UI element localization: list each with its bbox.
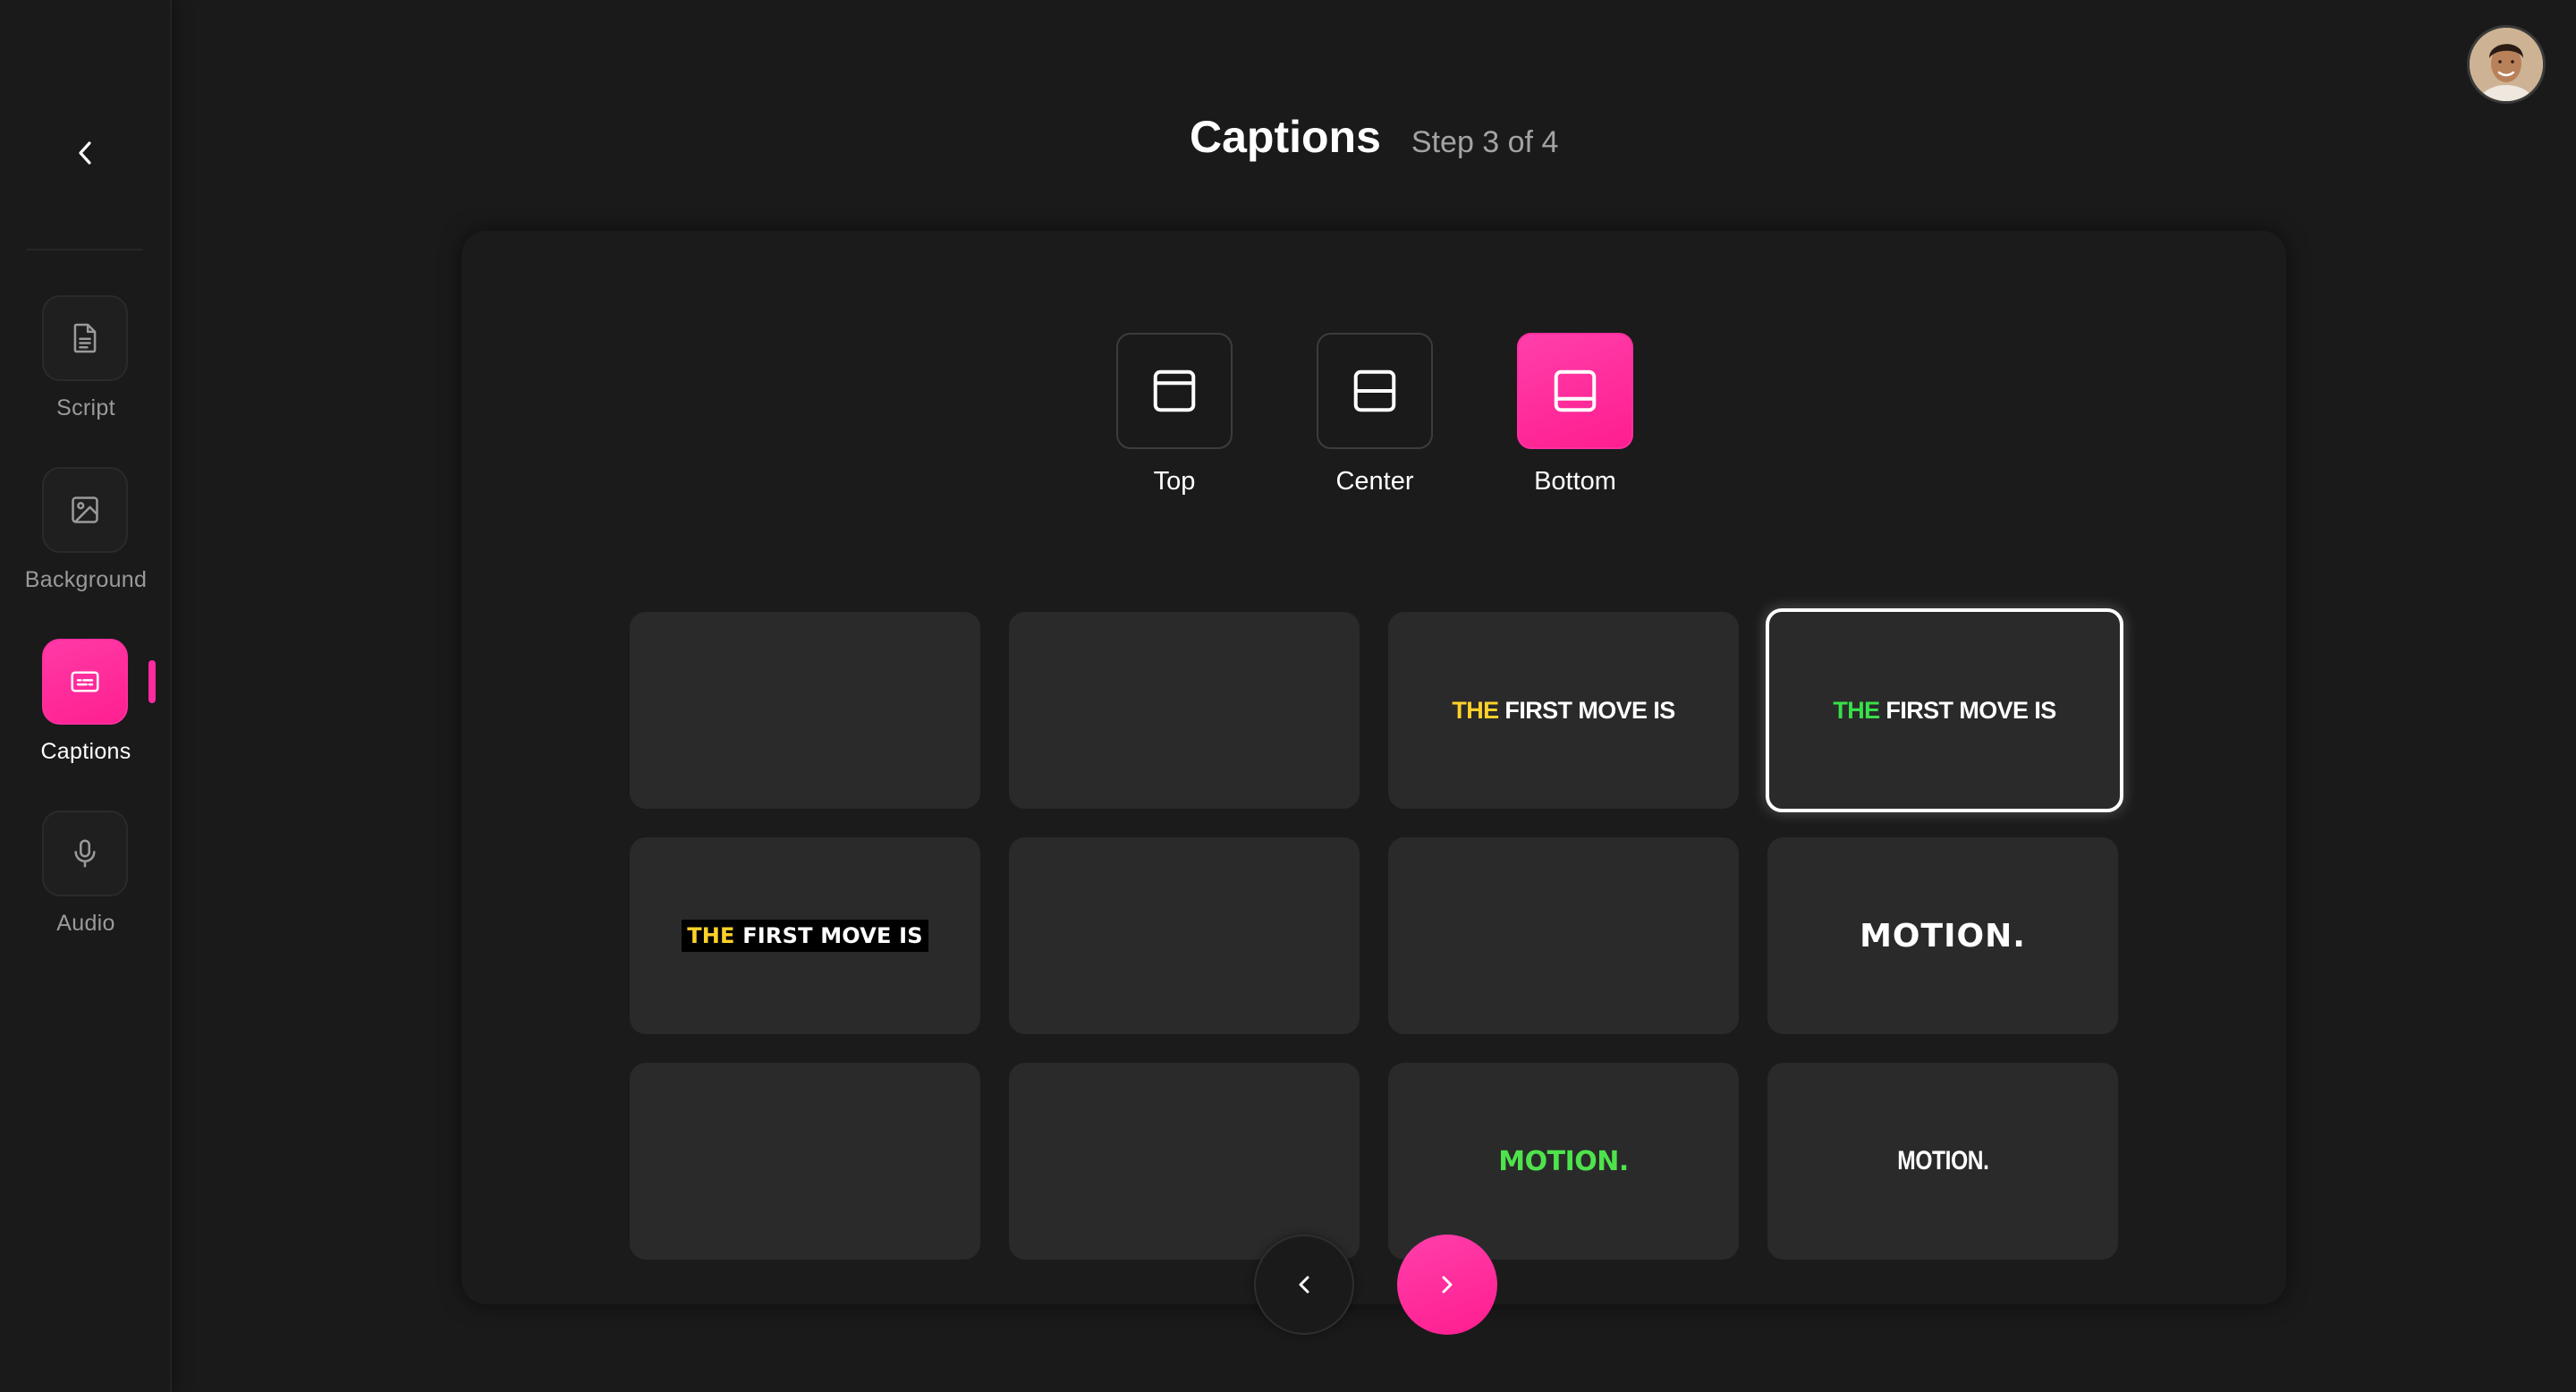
- position-tile: [1317, 333, 1433, 449]
- captions-panel: Top Center Bottom THE FIRST MOVE IS THE …: [462, 231, 2286, 1304]
- caption-preview: THE FIRST MOVE IS: [1833, 696, 2056, 725]
- layout-top-icon: [1153, 369, 1196, 412]
- page-title: Captions: [1190, 112, 1381, 162]
- document-icon: [73, 323, 97, 353]
- nav-tile: [42, 811, 128, 896]
- previous-button[interactable]: [1254, 1235, 1354, 1335]
- position-label: Center: [1335, 467, 1414, 496]
- step-indicator: Step 3 of 4: [1411, 125, 1559, 159]
- caption-style-card[interactable]: THE FIRST MOVE IS: [630, 837, 980, 1034]
- app-root: Script Background Captions Audio Caption…: [0, 0, 2576, 1392]
- sidebar-item-background[interactable]: Background: [0, 467, 172, 628]
- position-label: Top: [1153, 467, 1196, 496]
- sidebar-item-label: Script: [56, 395, 115, 420]
- microphone-icon: [74, 839, 96, 868]
- position-tile: [1116, 333, 1233, 449]
- sidebar-item-label: Background: [24, 567, 148, 592]
- captions-icon: [71, 671, 99, 692]
- caption-style-card[interactable]: [630, 612, 980, 809]
- caption-style-card[interactable]: [630, 1063, 980, 1260]
- caption-preview: THE FIRST MOVE IS: [1452, 696, 1675, 725]
- layout-center-icon: [1353, 369, 1396, 412]
- nav-tile: [42, 295, 128, 381]
- sidebar-item-label: Audio: [56, 911, 115, 936]
- active-indicator: [148, 660, 156, 703]
- sidebar-item-audio[interactable]: Audio: [0, 811, 172, 972]
- sidebar-item-label: Captions: [40, 739, 131, 764]
- chevron-left-icon: [1299, 1276, 1309, 1294]
- nav-tile: [42, 467, 128, 553]
- nav-tile: [42, 639, 128, 725]
- caption-highlight: THE: [1833, 696, 1880, 724]
- caption-style-card[interactable]: [1009, 837, 1360, 1034]
- caption-style-card[interactable]: THE FIRST MOVE IS: [1388, 612, 1739, 809]
- caption-style-card[interactable]: MOTION.: [1767, 837, 2118, 1034]
- caption-style-card-selected[interactable]: THE FIRST MOVE IS: [1766, 608, 2123, 812]
- caption-highlight: THE: [687, 923, 735, 948]
- page-header: Captions Step 3 of 4: [1190, 111, 1558, 175]
- caption-style-card[interactable]: MOTION.: [1388, 1063, 1739, 1260]
- caption-style-card[interactable]: [1009, 1063, 1360, 1260]
- caption-preview: MOTION.: [1860, 917, 2026, 955]
- sidebar-item-script[interactable]: Script: [0, 295, 172, 456]
- image-icon: [72, 497, 98, 523]
- caption-preview: MOTION.: [1498, 1145, 1629, 1177]
- caption-preview: THE FIRST MOVE IS: [682, 920, 928, 952]
- caption-text: FIRST MOVE IS: [1498, 696, 1675, 724]
- sidebar-divider: [27, 249, 143, 250]
- position-label: Bottom: [1534, 467, 1616, 496]
- caption-style-card[interactable]: MOTION.: [1767, 1063, 2118, 1260]
- caption-text: FIRST MOVE IS: [734, 923, 923, 948]
- caption-highlight: THE: [1452, 696, 1499, 724]
- user-avatar[interactable]: [2467, 25, 2546, 104]
- position-option-top[interactable]: Top: [1116, 333, 1233, 503]
- caption-style-card[interactable]: [1388, 837, 1739, 1034]
- sidebar: Script Background Captions Audio: [0, 0, 172, 1392]
- layout-bottom-icon: [1554, 369, 1597, 412]
- position-option-center[interactable]: Center: [1317, 333, 1433, 503]
- avatar-icon: [2470, 28, 2543, 101]
- caption-style-card[interactable]: [1009, 612, 1360, 809]
- position-option-bottom[interactable]: Bottom: [1517, 333, 1633, 503]
- next-button[interactable]: [1397, 1235, 1497, 1335]
- chevron-right-icon: [1442, 1276, 1453, 1294]
- caption-preview: MOTION.: [1896, 1146, 1989, 1176]
- back-button[interactable]: [63, 131, 107, 175]
- position-tile: [1517, 333, 1633, 449]
- sidebar-item-captions[interactable]: Captions: [0, 639, 172, 800]
- caption-text: FIRST MOVE IS: [1879, 696, 2056, 724]
- chevron-left-icon: [79, 141, 91, 165]
